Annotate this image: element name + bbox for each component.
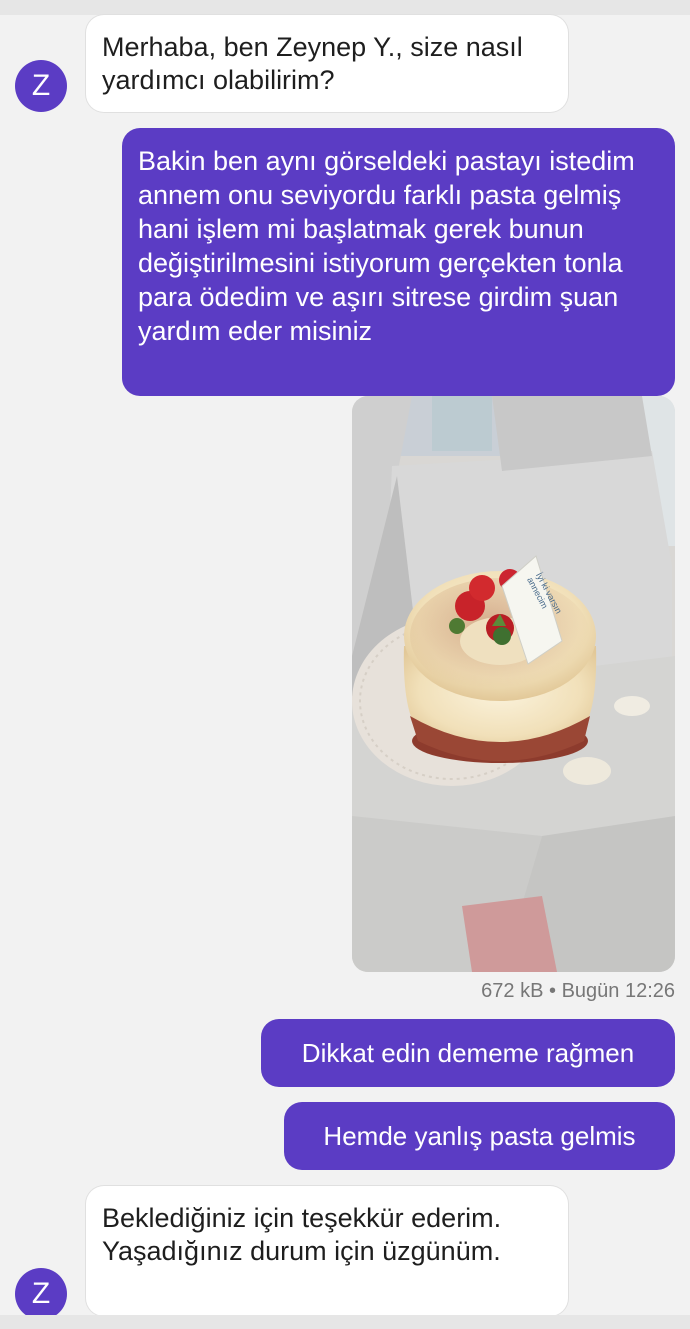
file-size: 672 kB <box>481 980 544 1002</box>
message-text: Hemde yanlış pasta gelmis <box>323 1120 636 1151</box>
agent-avatar[interactable]: Z <box>15 1268 67 1320</box>
incoming-message-reply: Beklediğiniz için teşekkür ederim. Yaşad… <box>86 1186 568 1316</box>
meta-separator: • <box>548 980 556 1002</box>
outgoing-message-attention: Dikkat edin dememe rağmen <box>261 1019 675 1087</box>
message-time: Bugün 12:26 <box>561 980 675 1002</box>
bottom-divider <box>0 1315 690 1329</box>
message-text: Dikkat edin dememe rağmen <box>301 1037 635 1068</box>
message-text: Bakin ben aynı görseldeki pastayı istedi… <box>138 146 635 346</box>
cake-photo-attachment[interactable]: İyi ki varsın annecim <box>352 396 675 972</box>
outgoing-message-wrong-cake: Hemde yanlış pasta gelmis <box>284 1102 675 1170</box>
message-text: Beklediğiniz için teşekkür ederim. Yaşad… <box>102 1203 502 1266</box>
outgoing-message-complaint: Bakin ben aynı görseldeki pastayı istedi… <box>122 128 675 396</box>
agent-avatar[interactable]: Z <box>15 60 67 112</box>
top-divider <box>0 0 690 15</box>
incoming-message-greeting: Merhaba, ben Zeynep Y., size nasıl yardı… <box>86 15 568 112</box>
cake-photo-image <box>352 396 675 972</box>
message-text: Merhaba, ben Zeynep Y., size nasıl yardı… <box>102 32 523 95</box>
avatar-initial: Z <box>31 69 51 102</box>
attachment-meta: 672 kB • Bugün 12:26 <box>481 980 675 1003</box>
avatar-initial: Z <box>31 1277 51 1310</box>
